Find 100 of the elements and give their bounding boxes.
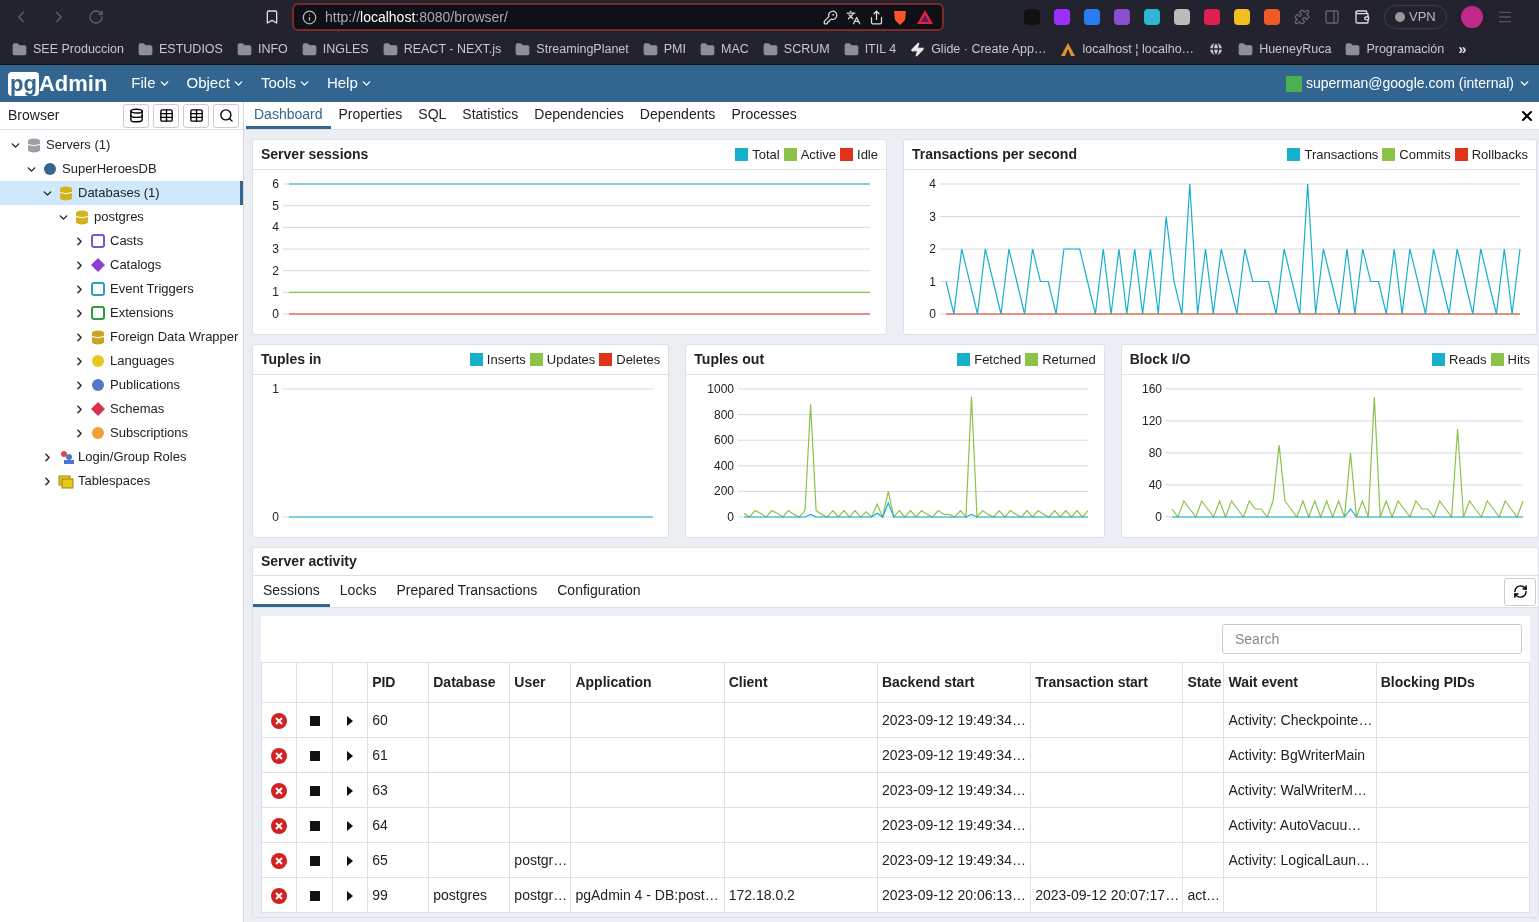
- cancel-icon[interactable]: [271, 887, 287, 904]
- tab[interactable]: Processes: [723, 102, 805, 129]
- tree-item[interactable]: Subscriptions: [0, 421, 243, 445]
- legend-label[interactable]: Deletes: [616, 349, 661, 370]
- tab[interactable]: Dependencies: [526, 102, 632, 129]
- tree-item[interactable]: Casts: [0, 229, 243, 253]
- bookmark[interactable]: Glide · Create App…: [910, 39, 1047, 59]
- legend-label[interactable]: Fetched: [974, 349, 1022, 370]
- bookmark[interactable]: SEE Produccion: [12, 39, 125, 59]
- tree-item[interactable]: postgres: [0, 205, 243, 229]
- column-header[interactable]: Client: [724, 662, 878, 703]
- stop-icon[interactable]: [309, 785, 320, 796]
- tab[interactable]: Dashboard: [246, 102, 331, 129]
- legend-label[interactable]: Active: [800, 144, 837, 165]
- sidebar-icon[interactable]: [1324, 9, 1340, 25]
- expand-icon[interactable]: [347, 890, 354, 901]
- cancel-icon[interactable]: [271, 782, 287, 799]
- column-header[interactable]: PID: [367, 662, 429, 703]
- share-icon[interactable]: [869, 9, 884, 25]
- key-icon[interactable]: [823, 9, 838, 25]
- stop-icon[interactable]: [309, 890, 320, 901]
- puzzle-icon[interactable]: [1294, 9, 1310, 25]
- user-menu[interactable]: superman@google.com (internal): [1286, 73, 1531, 94]
- refresh-button[interactable]: [1504, 577, 1536, 606]
- tab[interactable]: Statistics: [454, 102, 527, 129]
- expand-icon[interactable]: [347, 855, 354, 866]
- bookmark[interactable]: REACT - NEXT.js: [382, 39, 502, 59]
- menu-button[interactable]: Object: [186, 72, 245, 95]
- tab[interactable]: Locks: [329, 576, 387, 607]
- legend-label[interactable]: Idle: [857, 144, 878, 165]
- column-header[interactable]: User: [509, 662, 571, 703]
- toolbar-button[interactable]: [123, 103, 149, 128]
- cancel-icon[interactable]: [271, 712, 287, 729]
- tree-item[interactable]: Catalogs: [0, 253, 243, 277]
- expand-icon[interactable]: [347, 785, 354, 796]
- tree-item[interactable]: Login/Group Roles: [0, 445, 243, 469]
- bookmark[interactable]: ESTUDIOS: [138, 39, 223, 59]
- stop-icon[interactable]: [309, 855, 320, 866]
- tree-item[interactable]: Event Triggers: [0, 277, 243, 301]
- extension-icon[interactable]: [1144, 9, 1160, 25]
- column-header[interactable]: State: [1182, 662, 1224, 703]
- stop-icon[interactable]: [309, 715, 320, 726]
- tab[interactable]: Dependents: [631, 102, 724, 129]
- legend-label[interactable]: Reads: [1449, 349, 1487, 370]
- column-header[interactable]: Transaction start: [1030, 662, 1183, 703]
- legend-label[interactable]: Returned: [1042, 349, 1096, 370]
- extension-icon[interactable]: [1204, 9, 1220, 25]
- legend-label[interactable]: Inserts: [486, 349, 526, 370]
- cancel-icon[interactable]: [271, 747, 287, 764]
- tab[interactable]: SQL: [410, 102, 455, 129]
- legend-label[interactable]: Hits: [1507, 349, 1530, 370]
- column-header[interactable]: Blocking PIDs: [1376, 662, 1530, 703]
- stop-icon[interactable]: [309, 820, 320, 831]
- tree-item[interactable]: Servers (1): [0, 133, 243, 157]
- search-field[interactable]: Search: [1222, 624, 1522, 654]
- extension-icon[interactable]: [1054, 9, 1070, 25]
- tab[interactable]: Prepared Transactions: [386, 576, 548, 607]
- tree-item[interactable]: Schemas: [0, 397, 243, 421]
- bookmark[interactable]: INFO: [236, 39, 288, 59]
- expand-icon[interactable]: [347, 820, 354, 831]
- bookmark[interactable]: localhost ¦ localho…: [1060, 39, 1195, 59]
- legend-label[interactable]: Transactions: [1304, 144, 1379, 165]
- translate-icon[interactable]: [846, 9, 861, 25]
- menu-button[interactable]: Help: [326, 72, 373, 95]
- legend-label[interactable]: Total: [752, 144, 780, 165]
- site-info-icon[interactable]: [302, 9, 317, 25]
- bookmark[interactable]: MAC: [700, 39, 749, 59]
- reload-icon[interactable]: [88, 9, 104, 25]
- legend-label[interactable]: Rollbacks: [1471, 144, 1528, 165]
- toolbar-button[interactable]: [183, 103, 209, 128]
- tree-item[interactable]: Extensions: [0, 301, 243, 325]
- address-bar[interactable]: http://localhost:8080/browser/: [292, 3, 944, 31]
- avatar[interactable]: [1460, 6, 1483, 28]
- tree-item[interactable]: Publications: [0, 373, 243, 397]
- cancel-icon[interactable]: [271, 817, 287, 834]
- tab[interactable]: Properties: [330, 102, 411, 129]
- bookmark[interactable]: Programación: [1345, 39, 1445, 59]
- tree-item[interactable]: Databases (1): [0, 181, 243, 205]
- bookmark[interactable]: INGLES: [301, 39, 369, 59]
- more-bookmarks[interactable]: »: [1458, 37, 1467, 61]
- bookmark[interactable]: HueneyRuca: [1238, 39, 1332, 59]
- toolbar-button[interactable]: [153, 103, 179, 128]
- tree-item[interactable]: Foreign Data Wrapper: [0, 325, 243, 349]
- bookmark[interactable]: SCRUM: [762, 39, 830, 59]
- extension-icon[interactable]: [1084, 9, 1100, 25]
- globe-icon[interactable]: [1208, 41, 1225, 57]
- expand-icon[interactable]: [347, 750, 354, 761]
- tree-item[interactable]: Tablespaces: [0, 469, 243, 493]
- expand-icon[interactable]: [347, 715, 354, 726]
- bookmark[interactable]: StreamingPlanet: [515, 39, 629, 59]
- bookmark[interactable]: PMI: [642, 39, 686, 59]
- bookmark[interactable]: ITIL 4: [843, 39, 897, 59]
- tree-item[interactable]: Languages: [0, 349, 243, 373]
- extension-icon[interactable]: [1234, 9, 1250, 25]
- extension-icon[interactable]: [1264, 9, 1280, 25]
- legend-label[interactable]: Updates: [546, 349, 596, 370]
- tab[interactable]: Configuration: [547, 576, 651, 607]
- toolbar-button[interactable]: [213, 103, 239, 128]
- cancel-icon[interactable]: [271, 852, 287, 869]
- stop-icon[interactable]: [309, 750, 320, 761]
